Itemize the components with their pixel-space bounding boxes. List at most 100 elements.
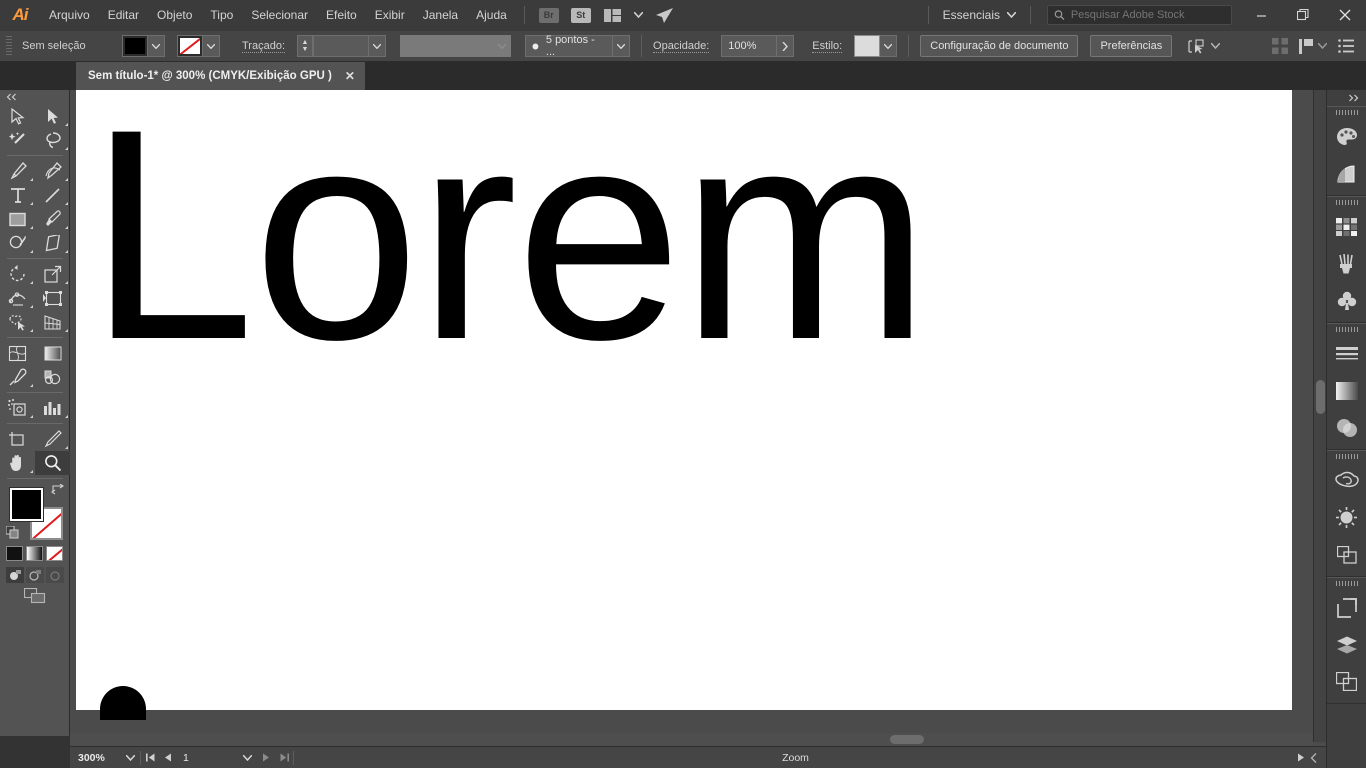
stroke-profile-dropdown[interactable] (494, 35, 512, 57)
select-similar-control[interactable] (1188, 38, 1221, 54)
stroke-weight-label[interactable]: Traçado: (242, 40, 286, 53)
go-to-start-button[interactable] (652, 6, 678, 24)
panel-artboards[interactable] (1327, 663, 1366, 700)
preferences-button[interactable]: Preferências (1090, 35, 1173, 57)
tool-shape-builder[interactable] (0, 310, 35, 334)
window-close-button[interactable] (1324, 0, 1366, 30)
brush-definition-dropdown[interactable] (613, 35, 631, 57)
dock-collapse-button[interactable] (1327, 90, 1366, 106)
tool-magic-wand[interactable] (0, 128, 35, 152)
tool-selection[interactable] (0, 104, 35, 128)
tool-perspective-grid[interactable] (35, 310, 70, 334)
artboard-number-field[interactable]: 1 (177, 747, 237, 768)
status-menu-icon[interactable] (1297, 753, 1305, 762)
panel-transform[interactable] (1327, 589, 1366, 626)
gradient-button[interactable] (26, 546, 43, 561)
vertical-scrollbar-thumb[interactable] (1316, 380, 1325, 414)
opacity-control[interactable]: 100% (721, 35, 795, 57)
artwork-text[interactable]: Lorem (88, 84, 930, 384)
menu-exibir[interactable]: Exibir (366, 0, 414, 30)
panel-transparency[interactable] (1327, 409, 1366, 446)
zoom-level-dropdown[interactable] (120, 754, 140, 761)
stroke-weight-control[interactable]: ▲ ▼ (297, 35, 387, 57)
previous-artboard-button[interactable] (159, 753, 177, 762)
stroke-profile-field[interactable] (400, 35, 495, 57)
tool-artboard[interactable] (0, 427, 35, 451)
panel-cc-libraries[interactable] (1327, 462, 1366, 499)
tool-direct-selection[interactable] (35, 104, 70, 128)
dock-group-grip[interactable] (1327, 197, 1366, 208)
window-minimize-button[interactable] (1240, 0, 1282, 30)
transform-panel-button[interactable] (1299, 38, 1327, 54)
style-swatch[interactable] (854, 35, 881, 57)
stock-search-input[interactable] (1070, 9, 1225, 21)
color-button[interactable] (6, 546, 23, 561)
opacity-flyout[interactable] (777, 35, 795, 57)
menu-arquivo[interactable]: Arquivo (40, 0, 99, 30)
panel-symbols[interactable] (1327, 282, 1366, 319)
control-bar-grip[interactable] (6, 36, 12, 56)
horizontal-scrollbar[interactable] (70, 733, 1313, 746)
tool-column-graph[interactable] (35, 396, 70, 420)
panel-stroke[interactable] (1327, 335, 1366, 372)
brush-definition-field[interactable]: 5 pontos - ... (525, 34, 614, 58)
draw-behind-button[interactable] (26, 567, 44, 583)
menu-objeto[interactable]: Objeto (148, 0, 201, 30)
fill-color-swatch[interactable] (10, 488, 43, 521)
tool-zoom[interactable] (35, 451, 70, 475)
tool-slice[interactable] (35, 427, 70, 451)
dock-group-grip[interactable] (1327, 107, 1366, 118)
tool-line-segment[interactable] (35, 183, 70, 207)
panel-layers[interactable] (1327, 626, 1366, 663)
graphic-style-control[interactable] (854, 35, 898, 57)
style-label[interactable]: Estilo: (812, 40, 843, 53)
tool-blend[interactable] (35, 365, 70, 389)
zoom-level-field[interactable]: 300% (70, 747, 120, 768)
tool-gradient[interactable] (35, 341, 70, 365)
tool-mesh[interactable] (0, 341, 35, 365)
fill-color-control[interactable] (122, 35, 165, 57)
stroke-weight-dropdown[interactable] (369, 35, 387, 57)
tool-lasso[interactable] (35, 128, 70, 152)
fill-swatch[interactable] (122, 35, 148, 57)
stroke-weight-stepper[interactable]: ▲ ▼ (297, 35, 314, 57)
tool-shaper[interactable] (0, 231, 35, 255)
tool-scale[interactable] (35, 262, 70, 286)
tools-collapse-button[interactable] (0, 90, 69, 104)
panel-color-guide[interactable] (1327, 155, 1366, 192)
tool-hand[interactable] (0, 451, 35, 475)
menu-ajuda[interactable]: Ajuda (467, 0, 516, 30)
adobe-bridge-button[interactable]: Br (536, 6, 562, 24)
tool-curvature[interactable] (35, 159, 70, 183)
tool-symbol-sprayer[interactable] (0, 396, 35, 420)
menu-efeito[interactable]: Efeito (317, 0, 366, 30)
next-artboard-button[interactable] (257, 753, 275, 762)
stock-search-box[interactable] (1047, 5, 1232, 25)
menu-janela[interactable]: Janela (414, 0, 467, 30)
dock-group-grip[interactable] (1327, 324, 1366, 335)
tool-width[interactable] (0, 286, 35, 310)
menu-tipo[interactable]: Tipo (201, 0, 242, 30)
panel-appearance[interactable] (1327, 499, 1366, 536)
align-panel-icon[interactable] (1272, 38, 1288, 54)
none-button[interactable] (46, 546, 63, 561)
arrange-dropdown[interactable] (632, 6, 646, 24)
menu-editar[interactable]: Editar (99, 0, 148, 30)
artboard[interactable]: Lorem (76, 84, 1292, 720)
panel-color[interactable] (1327, 118, 1366, 155)
tool-eraser[interactable] (35, 231, 70, 255)
tool-type[interactable] (0, 183, 35, 207)
last-artboard-button[interactable] (275, 753, 293, 762)
status-indicator[interactable]: Zoom (294, 752, 1297, 764)
swap-fill-stroke-icon[interactable] (51, 484, 64, 496)
default-fill-stroke-icon[interactable] (6, 526, 19, 539)
dock-group-grip[interactable] (1327, 451, 1366, 462)
opacity-label[interactable]: Opacidade: (653, 40, 710, 53)
artwork-dome-shape[interactable] (100, 686, 146, 720)
screen-mode-button[interactable] (24, 588, 46, 604)
panel-brushes[interactable] (1327, 245, 1366, 282)
status-collapse-icon[interactable] (1310, 752, 1318, 763)
style-dropdown[interactable] (880, 35, 898, 57)
stroke-profile-control[interactable] (400, 35, 512, 57)
artboard-number-dropdown[interactable] (237, 754, 257, 761)
